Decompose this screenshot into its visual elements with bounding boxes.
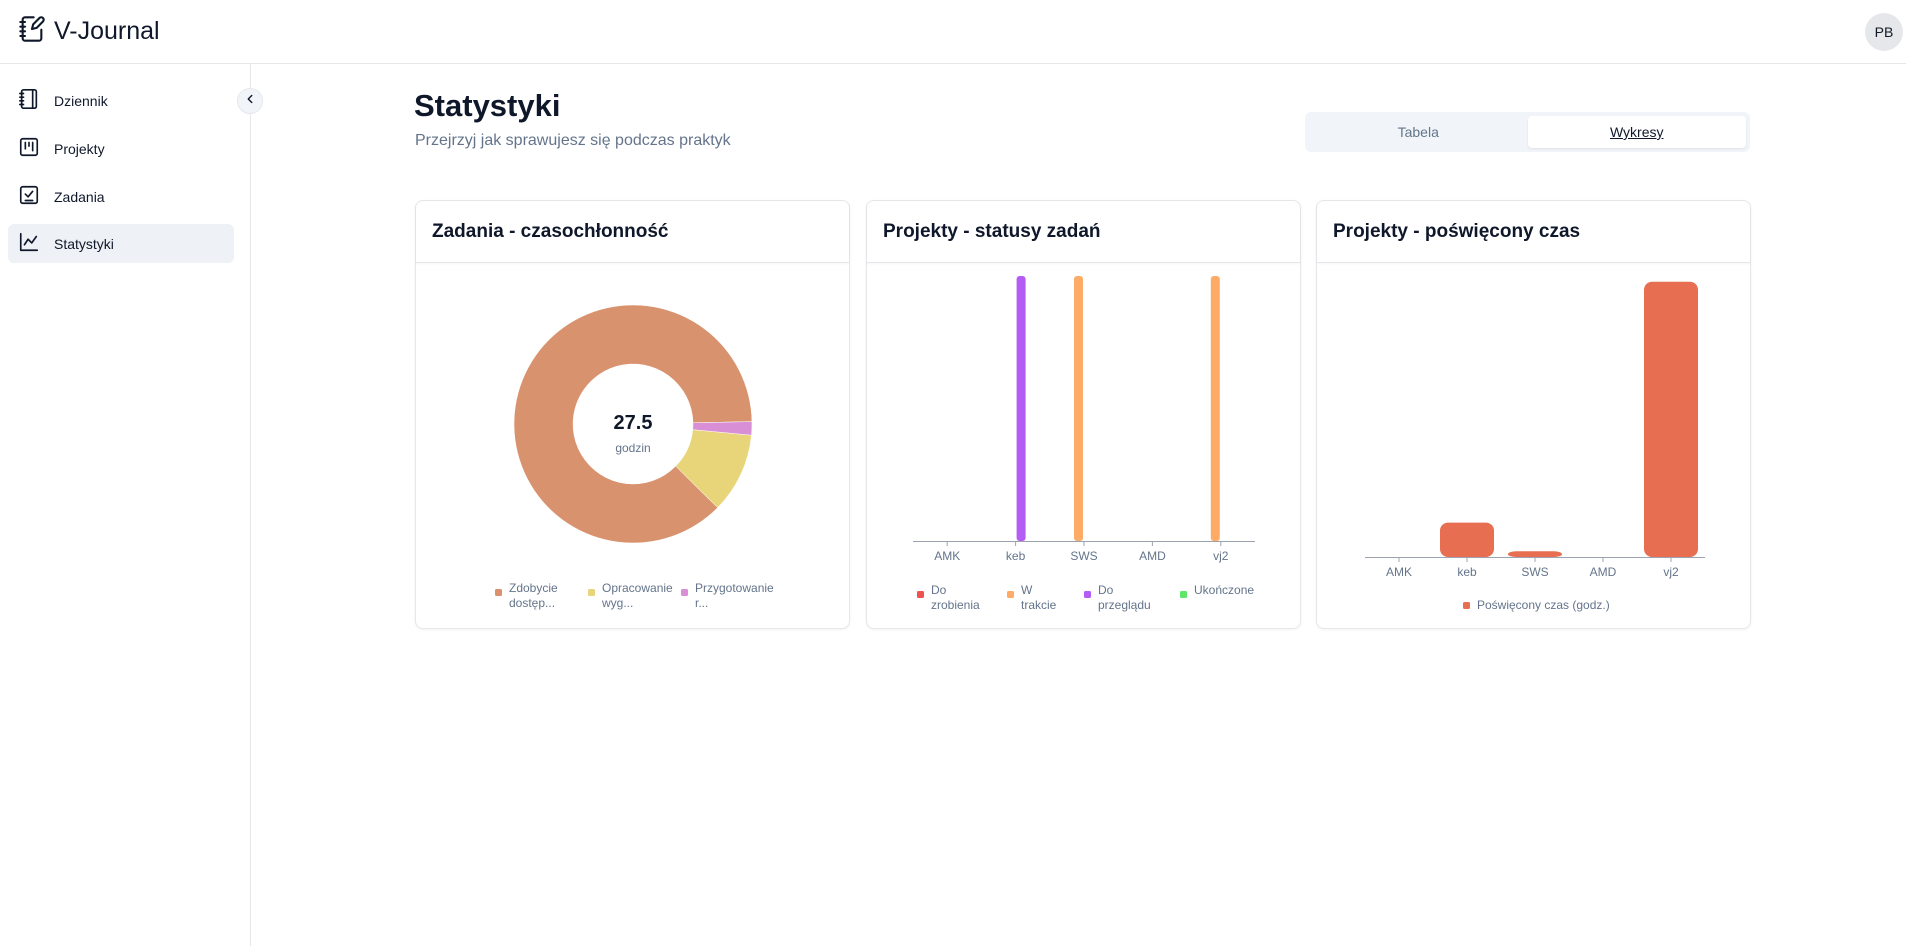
card-title: Projekty - poświęcony czas: [1317, 201, 1750, 263]
legend-item-swatch: [917, 591, 924, 598]
kanban-icon: [18, 136, 54, 161]
bar: [1508, 551, 1562, 557]
legend-item: Do przeglądu: [1098, 583, 1151, 612]
bar: [1440, 522, 1494, 557]
legend-item: Poświęcony czas (godz.): [1477, 598, 1610, 612]
x-tick-label: keb: [1457, 565, 1477, 579]
sidebar-item-statystyki[interactable]: Statystyki: [8, 224, 234, 263]
sidebar-item-projekty[interactable]: Projekty: [8, 129, 234, 168]
card-title: Zadania - czasochłonność: [416, 201, 849, 263]
legend-item-swatch: [681, 589, 688, 596]
legend-item: Wtrakcie: [1021, 583, 1057, 612]
x-tick-label: AMD: [1139, 549, 1166, 563]
legend-item: Opracowanie wyg...: [601, 581, 673, 610]
x-tick-label: SWS: [1521, 565, 1548, 579]
x-tick-label: AMK: [934, 549, 960, 563]
donut-center-value: 27.5: [614, 412, 653, 434]
x-tick-label: AMK: [1386, 565, 1412, 579]
sidebar-item-dziennik[interactable]: Dziennik: [8, 81, 234, 120]
sidebar-item-label: Statystyki: [54, 235, 114, 252]
card-title: Projekty - statusy zadań: [867, 201, 1300, 263]
bar: [1210, 276, 1220, 541]
sidebar: Dziennik Projekty Zadania Statystyki: [0, 64, 263, 946]
checklist-icon: [18, 184, 54, 209]
x-tick-label: SWS: [1070, 549, 1097, 563]
chart-card-project-statuses: Projekty - statusy zadań AMK keb SWS AMD vj2…: [866, 200, 1301, 629]
sidebar-item-label: Projekty: [54, 140, 105, 157]
chevron-left-icon: [243, 92, 257, 111]
legend-item-swatch: [588, 589, 595, 596]
chart-card-task-time: Zadania - czasochłonność 27.5 godzin Zdoby…: [415, 200, 850, 629]
legend-item-swatch: [1007, 591, 1014, 598]
legend-item: Ukończone: [1194, 583, 1254, 597]
page-subtitle: Przejrzyj jak sprawujesz się podczas pra…: [415, 132, 731, 149]
legend-item-swatch: [1180, 591, 1187, 598]
notebook-pen-icon: [18, 15, 46, 48]
sidebar-item-zadania[interactable]: Zadania: [8, 177, 234, 216]
line-chart-icon: [18, 231, 54, 256]
status-bar-chart: AMK keb SWS AMD vj2 Do zrobienia W trakcie Do prze…: [913, 276, 1255, 612]
notebook-icon: [18, 88, 54, 113]
tab-wykresy[interactable]: Wykresy: [1527, 116, 1746, 148]
x-tick-label: vj2: [1663, 565, 1679, 579]
avatar[interactable]: PB: [1865, 13, 1903, 51]
donut-center-label: godzin: [615, 441, 650, 455]
x-tick-label: keb: [1006, 549, 1026, 563]
legend-item-swatch: [1084, 591, 1091, 598]
bar: [1644, 281, 1698, 557]
sidebar-item-label: Dziennik: [54, 92, 108, 109]
donut-chart: 27.5 godzin Zdobycie dostęp... Opracowanie wy…: [495, 304, 774, 610]
bar: [1016, 276, 1026, 541]
bar: [1074, 276, 1083, 541]
view-toggle: Tabela Wykresy: [1305, 112, 1750, 152]
sidebar-item-label: Zadania: [54, 188, 105, 205]
top-bar: V-Journal PB: [0, 0, 1906, 64]
x-tick-label: AMD: [1590, 565, 1617, 579]
brand[interactable]: V-Journal: [18, 15, 160, 48]
tab-tabela[interactable]: Tabela: [1309, 116, 1528, 148]
time-bar-chart: AMK keb SWS AMD vj2 Poświęcony czas (godz.): [1365, 281, 1705, 612]
page-title: Statystyki: [414, 88, 561, 123]
legend-item-swatch: [495, 589, 502, 596]
legend-item: Zdobycie dostęp...: [509, 581, 558, 610]
legend-swatch: [1463, 602, 1470, 609]
legend-item: Przygotowanie r...: [695, 581, 774, 610]
collapse-sidebar-button[interactable]: [237, 88, 263, 114]
x-tick-label: vj2: [1213, 549, 1229, 563]
chart-card-project-time: Projekty - poświęcony czas AMK keb SWS AMD v…: [1316, 200, 1751, 629]
legend-item: Do zrobienia: [931, 583, 980, 612]
app-name: V-Journal: [54, 17, 160, 45]
